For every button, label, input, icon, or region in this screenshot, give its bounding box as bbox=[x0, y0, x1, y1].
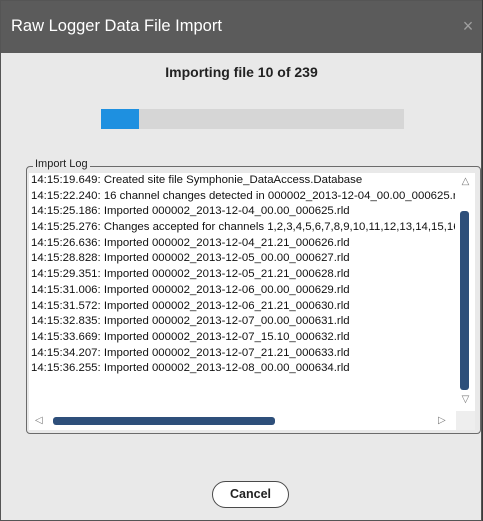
horizontal-scroll-thumb[interactable] bbox=[53, 417, 275, 425]
log-line: 14:15:25.186: Imported 000002_2013-12-04… bbox=[31, 205, 350, 218]
horizontal-scrollbar[interactable]: ◁ ▷ bbox=[29, 411, 456, 430]
log-line: 14:15:33.669: Imported 000002_2013-12-07… bbox=[31, 330, 350, 343]
cancel-button[interactable]: Cancel bbox=[212, 481, 289, 508]
window-title: Raw Logger Data File Import bbox=[11, 17, 222, 35]
import-progress-bar bbox=[101, 109, 404, 129]
log-line: 14:15:36.255: Imported 000002_2013-12-08… bbox=[31, 362, 350, 375]
vertical-scroll-thumb[interactable] bbox=[460, 211, 469, 390]
log-line: 14:15:31.572: Imported 000002_2013-12-06… bbox=[31, 299, 350, 312]
scroll-up-icon[interactable]: △ bbox=[460, 177, 471, 187]
log-line: 14:15:29.351: Imported 000002_2013-12-05… bbox=[31, 268, 350, 281]
log-line: 14:15:28.828: Imported 000002_2013-12-05… bbox=[31, 252, 350, 265]
scroll-right-icon[interactable]: ▷ bbox=[438, 415, 448, 426]
close-icon[interactable]: × bbox=[456, 11, 480, 41]
vertical-scrollbar[interactable]: △ ▽ bbox=[456, 173, 475, 411]
scroll-left-icon[interactable]: ◁ bbox=[35, 415, 45, 426]
log-line: 14:15:32.835: Imported 000002_2013-12-07… bbox=[31, 315, 350, 328]
title-bar[interactable]: Raw Logger Data File Import × bbox=[1, 1, 482, 53]
log-line: 14:15:31.006: Imported 000002_2013-12-06… bbox=[31, 283, 350, 296]
import-dialog: Raw Logger Data File Import × Importing … bbox=[0, 0, 482, 521]
log-line: 14:15:22.240: 16 channel changes detecte… bbox=[31, 189, 455, 202]
scroll-down-icon[interactable]: ▽ bbox=[460, 395, 471, 405]
import-log-legend: Import Log bbox=[33, 158, 90, 170]
log-line: 14:15:34.207: Imported 000002_2013-12-07… bbox=[31, 346, 350, 359]
log-lines: 14:15:19.649: Created site file Symphoni… bbox=[31, 173, 455, 408]
log-line: 14:15:26.636: Imported 000002_2013-12-04… bbox=[31, 236, 350, 249]
import-status-heading: Importing file 10 of 239 bbox=[165, 64, 318, 80]
progress-fill bbox=[101, 109, 139, 129]
log-line: 14:15:19.649: Created site file Symphoni… bbox=[31, 174, 363, 186]
scrollbar-corner bbox=[456, 411, 475, 430]
import-log-listbox[interactable]: 14:15:19.649: Created site file Symphoni… bbox=[29, 173, 475, 430]
log-line: 14:15:25.276: Changes accepted for chann… bbox=[31, 221, 455, 234]
